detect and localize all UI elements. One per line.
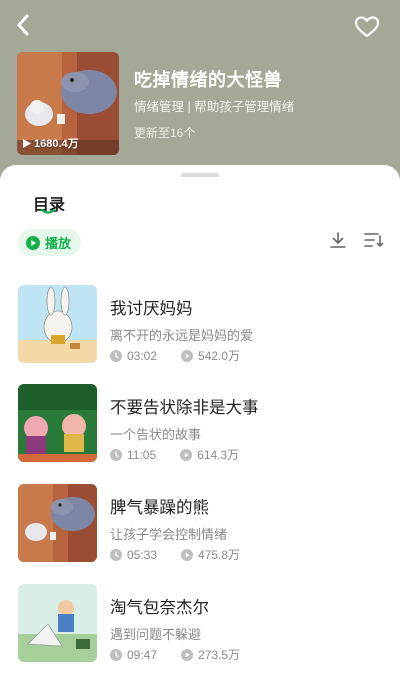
track-plays-text: 542.0万	[198, 349, 241, 363]
heart-outline-icon	[354, 16, 380, 38]
play-count-icon	[181, 648, 194, 661]
play-count-icon	[181, 349, 194, 362]
track-cover-image	[18, 384, 97, 462]
chevron-left-icon	[17, 14, 29, 36]
favorite-button[interactable]	[352, 12, 382, 42]
track-duration-text: 09:47	[127, 647, 158, 662]
track-duration-text: 03:02	[127, 348, 158, 363]
album-title: 吃掉情绪的大怪兽	[134, 70, 282, 90]
track-plays: 475.8万	[181, 546, 240, 563]
track-description: 让孩子学会控制情绪	[110, 527, 228, 542]
track-cover	[18, 384, 97, 462]
track-meta: 09:47 273.5万	[110, 646, 240, 663]
download-icon	[330, 232, 346, 248]
track-plays: 542.0万	[181, 347, 240, 364]
track-cover	[18, 285, 97, 363]
track-title: 不要告状除非是大事	[110, 399, 259, 417]
catalog-sheet: 目录 播放 我讨厌妈妈 离不开的永远是妈妈的爱 03:02 542.0万 不要告…	[0, 165, 400, 681]
download-button[interactable]	[328, 230, 348, 250]
track-cover-image	[18, 484, 97, 562]
sort-button[interactable]	[363, 230, 385, 250]
album-play-count-text: 1680.4万	[34, 138, 79, 150]
track-plays-text: 273.5万	[198, 648, 241, 662]
track-cover-image	[18, 285, 97, 363]
track-cover	[18, 584, 97, 662]
sort-icon	[364, 233, 384, 247]
track-cover	[18, 484, 97, 562]
track-plays: 273.5万	[181, 646, 240, 663]
track-duration: 11:05	[110, 448, 156, 462]
clock-icon	[110, 349, 122, 362]
track-cover-image	[18, 584, 97, 662]
sheet-drag-handle[interactable]	[181, 173, 219, 177]
track-plays-text: 614.3万	[197, 448, 240, 462]
track-description: 离不开的永远是妈妈的爱	[110, 328, 254, 343]
play-icon	[23, 138, 31, 148]
track-duration: 03:02	[110, 349, 157, 363]
track-title: 我讨厌妈妈	[110, 300, 193, 318]
track-plays-text: 475.8万	[198, 548, 241, 562]
track-plays: 614.3万	[180, 446, 239, 463]
album-header: 1680.4万 吃掉情绪的大怪兽 情绪管理 | 帮助孩子管理情绪 更新至16个	[0, 0, 400, 190]
track-title: 淘气包奈杰尔	[110, 599, 209, 617]
track-duration-text: 11:05	[127, 447, 157, 462]
back-button[interactable]	[8, 10, 38, 40]
track-description: 遇到问题不躲避	[110, 627, 202, 642]
album-update-status: 更新至16个	[134, 126, 196, 140]
album-subtitle: 情绪管理 | 帮助孩子管理情绪	[134, 100, 295, 114]
play-count-icon	[181, 548, 194, 561]
track-title: 脾气暴躁的熊	[110, 499, 209, 517]
track-meta: 11:05 614.3万	[110, 446, 239, 463]
album-cover[interactable]: 1680.4万	[17, 52, 119, 155]
play-count-icon	[180, 448, 193, 461]
track-duration: 09:47	[110, 648, 157, 662]
track-duration: 05:33	[110, 548, 157, 562]
track-item[interactable]: 我讨厌妈妈 离不开的永远是妈妈的爱 03:02 542.0万	[0, 285, 400, 369]
album-play-count: 1680.4万	[23, 135, 79, 151]
clock-icon	[110, 648, 122, 661]
tab-active-indicator	[41, 209, 55, 214]
track-item[interactable]: 淘气包奈杰尔 遇到问题不躲避 09:47 273.5万	[0, 584, 400, 668]
play-all-label: 播放	[45, 236, 72, 251]
track-duration-text: 05:33	[127, 547, 158, 562]
clock-icon	[110, 548, 122, 561]
play-all-button[interactable]: 播放	[18, 229, 81, 256]
clock-icon	[110, 448, 122, 461]
track-item[interactable]: 不要告状除非是大事 一个告状的故事 11:05 614.3万	[0, 384, 400, 468]
track-item[interactable]: 脾气暴躁的熊 让孩子学会控制情绪 05:33 475.8万	[0, 484, 400, 568]
track-meta: 03:02 542.0万	[110, 347, 240, 364]
play-circle-icon	[26, 235, 40, 250]
track-meta: 05:33 475.8万	[110, 546, 240, 563]
track-description: 一个告状的故事	[110, 427, 202, 442]
